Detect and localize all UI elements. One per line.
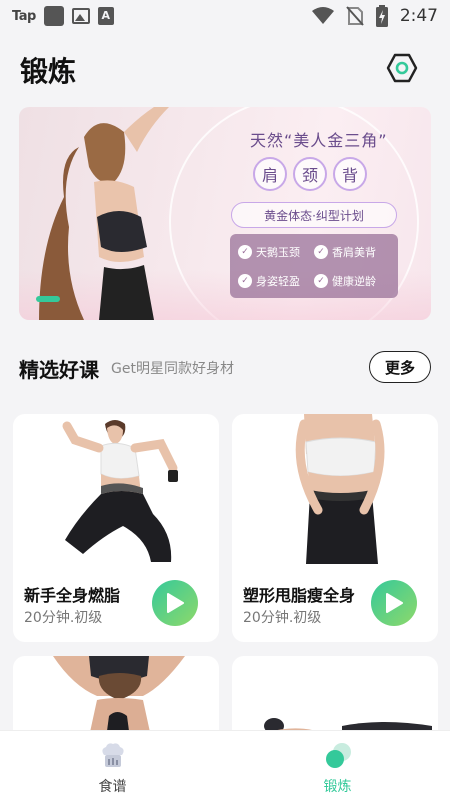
course-title: 新手全身燃脂 — [24, 586, 121, 605]
nav-item-recipes[interactable]: 食谱 — [0, 731, 225, 800]
course-thumbnail — [62, 420, 178, 562]
banner-character-row: 肩 颈 背 — [253, 157, 367, 191]
settings-button[interactable] — [386, 52, 418, 84]
banner-char-shoulder: 肩 — [253, 157, 287, 191]
banner-char-back: 背 — [333, 157, 367, 191]
workout-icon — [326, 743, 351, 768]
banner-benefits: ✓ 天鹅玉颈 ✓ 香肩美背 ✓ 身姿轻盈 ✓ 健康逆龄 — [230, 234, 398, 298]
battery-charging-icon — [375, 5, 388, 27]
nav-label-workout: 锻炼 — [323, 779, 352, 795]
banner-char-neck: 颈 — [293, 157, 327, 191]
play-button[interactable] — [371, 580, 417, 626]
image-icon — [71, 8, 90, 24]
text-a-icon: A — [97, 7, 114, 25]
course-title: 塑形甩脂瘦全身 — [243, 586, 356, 605]
status-left: Tap A — [12, 6, 114, 26]
course-thumbnail — [295, 414, 385, 564]
status-app-label: Tap — [12, 8, 36, 24]
banner-headline: 天然“美人金三角” — [250, 131, 388, 150]
play-button[interactable] — [152, 580, 198, 626]
course-meta: 20分钟.初级 — [24, 610, 103, 626]
hexagon-settings-icon — [386, 53, 418, 83]
more-button[interactable]: 更多 — [369, 351, 431, 383]
benefit-item: ✓ 天鹅玉颈 — [238, 240, 314, 263]
course-card[interactable]: 塑形甩脂瘦全身 20分钟.初级 — [232, 414, 438, 642]
status-bar: Tap A 2:47 — [0, 0, 450, 32]
page-title: 锻炼 — [20, 55, 77, 88]
play-icon — [167, 593, 184, 613]
benefit-item: ✓ 香肩美背 — [314, 240, 390, 263]
benefit-label: 身姿轻盈 — [256, 274, 300, 288]
course-meta: 20分钟.初级 — [243, 610, 322, 626]
recipe-chef-icon — [102, 743, 124, 767]
nav-item-workout[interactable]: 锻炼 — [225, 731, 450, 800]
benefit-item: ✓ 健康逆龄 — [314, 269, 390, 292]
benefit-label: 天鹅玉颈 — [256, 245, 300, 259]
banner-plan-label: 黄金体态·纠型计划 — [231, 202, 397, 228]
play-icon — [386, 593, 403, 613]
header: 锻炼 — [0, 32, 450, 104]
course-card[interactable]: 新手全身燃脂 20分钟.初级 — [13, 414, 219, 642]
check-icon: ✓ — [314, 273, 328, 288]
no-sim-icon — [346, 6, 364, 26]
wifi-icon — [311, 7, 334, 24]
benefit-label: 健康逆龄 — [332, 274, 376, 288]
status-time: 2:47 — [399, 6, 438, 26]
check-icon: ✓ — [314, 244, 328, 259]
check-icon: ✓ — [238, 244, 252, 259]
promo-banner[interactable]: 天然“美人金三角” 肩 颈 背 黄金体态·纠型计划 ✓ 天鹅玉颈 ✓ 香肩美背 ✓ 身… — [19, 107, 431, 320]
nav-label-recipes: 食谱 — [98, 779, 127, 795]
benefit-label: 香肩美背 — [332, 245, 376, 259]
status-right: 2:47 — [311, 0, 438, 32]
app-square-icon — [43, 6, 64, 26]
banner-model-image — [39, 107, 169, 320]
section-title: 精选好课 — [19, 358, 99, 382]
check-icon: ✓ — [238, 273, 252, 288]
bottom-navigation: 食谱 锻炼 — [0, 730, 450, 800]
banner-page-indicator[interactable] — [36, 296, 60, 302]
section-subtitle: Get明星同款好身材 — [111, 361, 234, 377]
benefit-item: ✓ 身姿轻盈 — [238, 269, 314, 292]
